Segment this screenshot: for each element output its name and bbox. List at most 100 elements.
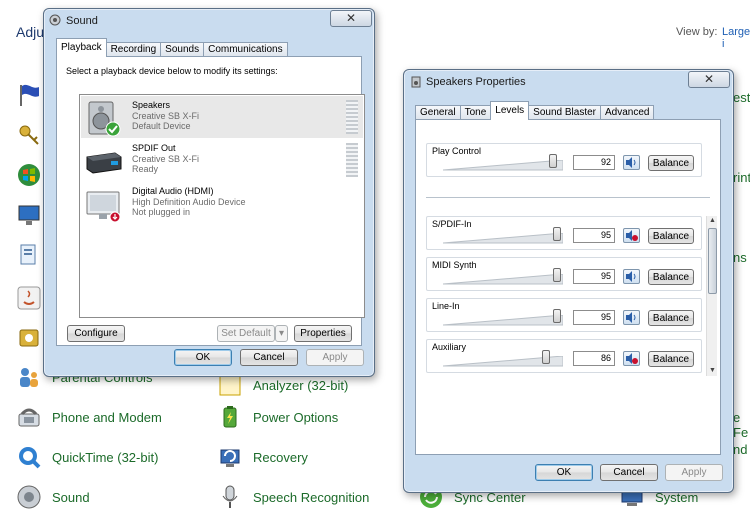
- list-item[interactable]: SPDIF Out Creative SB X-Fi Ready: [81, 139, 363, 181]
- mute-toggle[interactable]: [623, 351, 640, 366]
- level-value-input[interactable]: 95: [573, 269, 615, 284]
- slider-thumb[interactable]: [553, 268, 561, 282]
- cancel-button[interactable]: Cancel: [240, 349, 298, 366]
- playback-instruction: Select a playback device below to modify…: [66, 66, 278, 76]
- tab-recording[interactable]: Recording: [105, 42, 162, 57]
- auxiliary-group: Auxiliary 86 Balance: [426, 339, 702, 373]
- java-icon[interactable]: [16, 285, 42, 311]
- sound-tabs: Playback Recording Sounds Communications: [56, 38, 288, 57]
- tab-sounds[interactable]: Sounds: [160, 42, 205, 57]
- close-button[interactable]: ✕: [330, 10, 372, 27]
- quicktime-label: QuickTime (32-bit): [52, 449, 159, 465]
- ok-button[interactable]: OK: [535, 464, 593, 481]
- sound-icon: [17, 485, 41, 509]
- tab-general[interactable]: General: [415, 105, 461, 120]
- view-by-dropdown[interactable]: Large i: [722, 26, 750, 50]
- recovery-label: Recovery: [253, 449, 308, 465]
- slider-thumb[interactable]: [553, 309, 561, 323]
- speakers-properties-window: Speakers Properties ✕ General Tone Level…: [403, 69, 734, 493]
- cp-fragment[interactable]: rint: [733, 170, 750, 185]
- cp-fragment[interactable]: ns: [733, 250, 747, 265]
- separator: [426, 197, 710, 198]
- balance-button[interactable]: Balance: [648, 228, 694, 244]
- speaker-small-icon: [411, 76, 421, 88]
- scroll-down-arrow[interactable]: ▼: [707, 366, 718, 376]
- document-icon[interactable]: [16, 242, 42, 268]
- properties-button[interactable]: Properties: [294, 325, 352, 342]
- balance-button[interactable]: Balance: [648, 351, 694, 367]
- levels-scrollbar[interactable]: ▲ ▼: [706, 216, 717, 376]
- scroll-up-arrow[interactable]: ▲: [707, 216, 718, 226]
- configure-button[interactable]: Configure: [67, 325, 125, 342]
- slider-track[interactable]: [443, 160, 563, 171]
- tab-sound-blaster[interactable]: Sound Blaster: [528, 105, 601, 120]
- flag-icon[interactable]: [16, 82, 42, 108]
- recovery-item[interactable]: Recovery: [217, 444, 308, 470]
- speaker-small-icon: [49, 14, 61, 26]
- balance-button[interactable]: Balance: [648, 155, 694, 171]
- tab-tone[interactable]: Tone: [459, 105, 492, 120]
- slider-track[interactable]: [443, 233, 563, 244]
- hdmi-monitor-icon: [86, 191, 121, 223]
- level-value-input[interactable]: 92: [573, 155, 615, 170]
- tab-advanced[interactable]: Advanced: [600, 105, 655, 120]
- scrollbar-thumb[interactable]: [708, 228, 717, 294]
- speech-recognition-item[interactable]: Speech Recognition: [217, 484, 369, 510]
- balance-button[interactable]: Balance: [648, 310, 694, 326]
- tab-communications[interactable]: Communications: [203, 42, 288, 57]
- control-label: Auxiliary: [432, 342, 467, 352]
- keys-icon[interactable]: [16, 122, 42, 148]
- device-status: Default Device: [132, 121, 191, 131]
- list-item[interactable]: Speakers Creative SB X-Fi Default Device: [81, 96, 363, 138]
- tab-levels[interactable]: Levels: [490, 101, 530, 120]
- parental-controls-icon: [20, 368, 38, 387]
- device-text: Speakers Creative SB X-Fi Default Device: [132, 100, 199, 132]
- level-meter: [346, 143, 358, 177]
- midi-synth-group: MIDI Synth 95 Balance: [426, 257, 702, 291]
- list-item[interactable]: Digital Audio (HDMI) High Definition Aud…: [81, 182, 363, 224]
- cp-fragment[interactable]: esto: [733, 90, 750, 105]
- set-default-dropdown[interactable]: ▾: [275, 325, 288, 342]
- level-meter: [346, 100, 358, 134]
- quicktime-item[interactable]: QuickTime (32-bit): [16, 444, 158, 470]
- mute-toggle[interactable]: [623, 228, 640, 243]
- speaker-icon: [626, 271, 636, 282]
- mute-toggle[interactable]: [623, 269, 640, 284]
- sound-item[interactable]: Sound: [16, 484, 90, 510]
- device-status: Ready: [132, 164, 159, 174]
- speaker-icon: [626, 157, 636, 168]
- phone-modem-item[interactable]: Phone and Modem: [16, 404, 162, 430]
- tab-playback[interactable]: Playback: [56, 38, 107, 57]
- ok-button[interactable]: OK: [174, 349, 232, 366]
- windows-logo-icon[interactable]: [16, 162, 42, 188]
- device-driver: High Definition Audio Device: [132, 196, 246, 207]
- device-name: Speakers: [132, 100, 171, 110]
- device-list: Speakers Creative SB X-Fi Default Device…: [79, 94, 365, 318]
- display-icon[interactable]: [16, 202, 42, 228]
- slider-track[interactable]: [443, 315, 563, 326]
- set-default-button[interactable]: Set Default: [217, 325, 275, 342]
- phone-modem-label: Phone and Modem: [52, 409, 162, 425]
- slider-track[interactable]: [443, 274, 563, 285]
- device-driver: Creative SB X-Fi: [132, 110, 200, 121]
- mute-toggle[interactable]: [623, 155, 640, 170]
- close-button[interactable]: ✕: [688, 71, 730, 88]
- recovery-icon: [220, 449, 240, 467]
- apply-button[interactable]: Apply: [306, 349, 364, 366]
- cp-fragment[interactable]: e Fe: [733, 410, 750, 440]
- cancel-button[interactable]: Cancel: [600, 464, 658, 481]
- mute-toggle[interactable]: [623, 310, 640, 325]
- apply-button[interactable]: Apply: [665, 464, 723, 481]
- level-value-input[interactable]: 95: [573, 310, 615, 325]
- control-label: MIDI Synth: [432, 260, 477, 270]
- quicktime-icon: [19, 447, 41, 469]
- programs-icon[interactable]: [16, 325, 42, 351]
- slider-thumb[interactable]: [549, 154, 558, 168]
- level-value-input[interactable]: 95: [573, 228, 615, 243]
- balance-button[interactable]: Balance: [648, 269, 694, 285]
- power-options-item[interactable]: Power Options: [217, 404, 338, 430]
- level-value-input[interactable]: 86: [573, 351, 615, 366]
- slider-thumb[interactable]: [542, 350, 551, 364]
- slider-thumb[interactable]: [553, 227, 561, 241]
- cp-fragment[interactable]: nd: [733, 442, 747, 457]
